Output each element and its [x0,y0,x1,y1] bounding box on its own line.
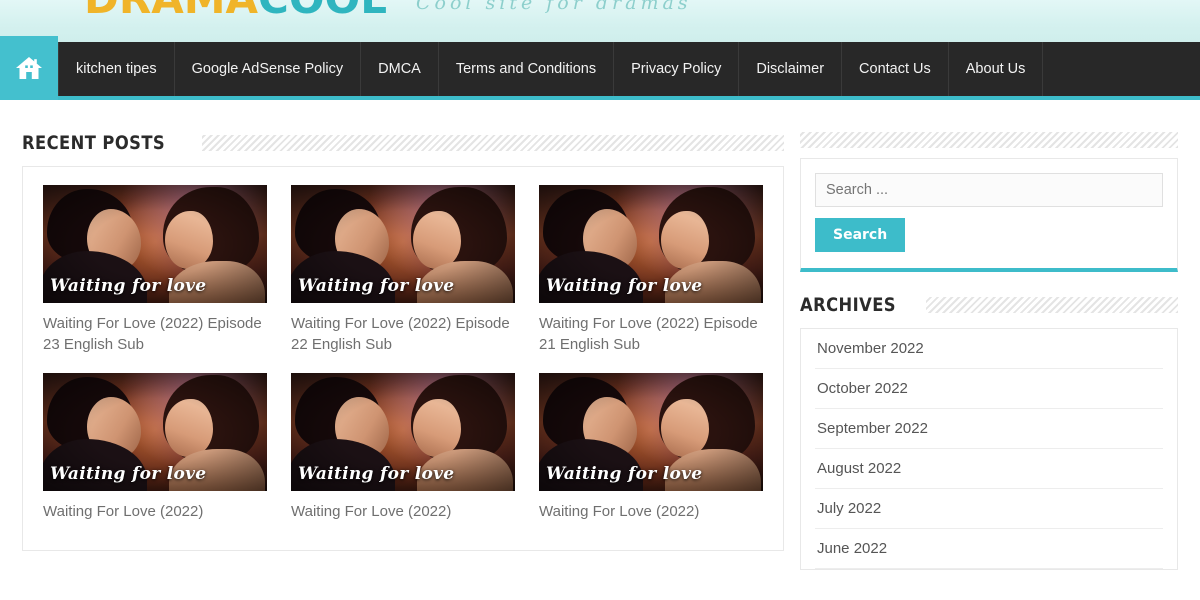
nav-item-google-adsense-policy[interactable]: Google AdSense Policy [175,42,362,96]
archive-item-july-2022[interactable]: July 2022 [815,489,1163,529]
logo-text-cool: COOL [258,0,387,23]
thumbnail-caption: Waiting for love [546,276,703,296]
nav-item-disclaimer[interactable]: Disclaimer [739,42,843,96]
post-title[interactable]: Waiting For Love (2022) [291,501,515,522]
site-tagline: Cool site for dramas [416,0,692,14]
post-row: Waiting for love Waiting For Love (2022)… [43,185,763,355]
recent-posts-heading: Recent Posts [22,132,784,154]
archive-item-october-2022[interactable]: October 2022 [815,369,1163,409]
nav-item-privacy-policy[interactable]: Privacy Policy [614,42,740,96]
search-input[interactable] [815,173,1163,207]
archives-widget: November 2022 October 2022 September 202… [800,328,1178,570]
nav-item-about-us[interactable]: About Us [949,42,1044,96]
archives-heading: Archives [800,294,1178,316]
recent-posts-card: Waiting for love Waiting For Love (2022)… [22,166,784,551]
post-item[interactable]: Waiting for love Waiting For Love (2022) [539,373,763,522]
sidebar: Search Archives November 2022 October 20… [800,132,1200,596]
search-button[interactable]: Search [815,218,906,252]
post-item[interactable]: Waiting for love Waiting For Love (2022)… [43,185,267,355]
logo-text-drama: DRAMA [84,0,258,23]
thumbnail-caption: Waiting for love [298,276,455,296]
archive-item-june-2022[interactable]: June 2022 [815,529,1163,569]
post-title[interactable]: Waiting For Love (2022) Episode 23 Engli… [43,313,267,355]
hatch-decoration [925,297,1178,313]
post-thumbnail[interactable]: Waiting for love [43,373,267,491]
site-logo[interactable]: DRAMACOOL [84,0,387,23]
post-thumbnail[interactable]: Waiting for love [539,185,763,303]
post-item[interactable]: Waiting for love Waiting For Love (2022)… [539,185,763,355]
nav-item-kitchen-tipes[interactable]: kitchen tipes [58,42,175,96]
post-title[interactable]: Waiting For Love (2022) Episode 21 Engli… [539,313,763,355]
site-header: DRAMACOOL Cool site for dramas [0,0,1200,42]
post-thumbnail[interactable]: Waiting for love [291,373,515,491]
nav-item-contact-us[interactable]: Contact Us [842,42,949,96]
search-widget: Search [800,158,1178,272]
post-title[interactable]: Waiting For Love (2022) [539,501,763,522]
archives-title: Archives [800,294,896,316]
thumbnail-caption: Waiting for love [50,464,207,484]
home-icon [15,55,43,81]
post-item[interactable]: Waiting for love Waiting For Love (2022)… [291,185,515,355]
page-title: Recent Posts [22,132,166,154]
post-item[interactable]: Waiting for love Waiting For Love (2022) [291,373,515,522]
page-body: Recent Posts Waiting for love [0,100,1200,596]
post-thumbnail[interactable]: Waiting for love [43,185,267,303]
post-thumbnail[interactable]: Waiting for love [539,373,763,491]
thumbnail-caption: Waiting for love [546,464,703,484]
post-thumbnail[interactable]: Waiting for love [291,185,515,303]
post-row: Waiting for love Waiting For Love (2022) [43,373,763,522]
thumbnail-caption: Waiting for love [298,464,455,484]
thumbnail-caption: Waiting for love [50,276,207,296]
nav-home-button[interactable] [0,36,58,100]
post-item[interactable]: Waiting for love Waiting For Love (2022) [43,373,267,522]
search-widget-hatch-decoration [800,132,1178,148]
hatch-decoration [202,135,784,151]
post-title[interactable]: Waiting For Love (2022) Episode 22 Engli… [291,313,515,355]
archive-item-november-2022[interactable]: November 2022 [815,329,1163,369]
main-content: Recent Posts Waiting for love [0,132,800,596]
archive-item-september-2022[interactable]: September 2022 [815,409,1163,449]
main-navigation: kitchen tipes Google AdSense Policy DMCA… [0,36,1200,100]
nav-item-dmca[interactable]: DMCA [361,42,439,96]
nav-item-terms-and-conditions[interactable]: Terms and Conditions [439,42,615,96]
post-title[interactable]: Waiting For Love (2022) [43,501,267,522]
archive-item-august-2022[interactable]: August 2022 [815,449,1163,489]
nav-item-list: kitchen tipes Google AdSense Policy DMCA… [58,42,1200,96]
